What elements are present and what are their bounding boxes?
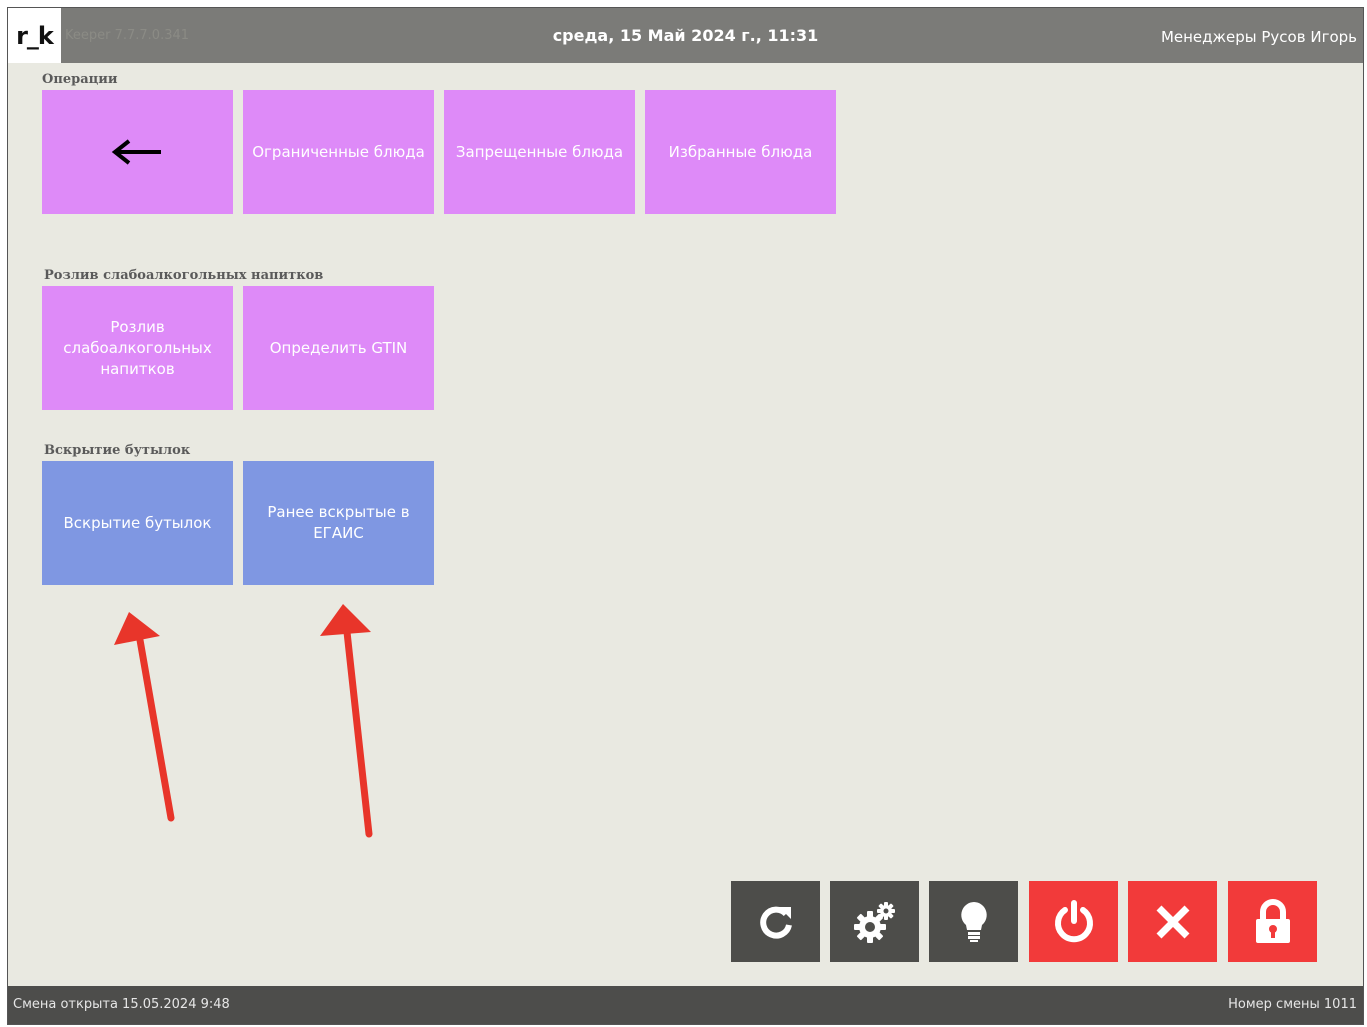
status-bar: Смена открыта 15.05.2024 9:48 Номер смен… bbox=[8, 986, 1363, 1024]
power-icon bbox=[1054, 899, 1093, 942]
forbidden-dishes-button[interactable]: Запрещенные блюда bbox=[444, 90, 635, 214]
refresh-button[interactable] bbox=[731, 881, 820, 962]
previously-opened-egais-button[interactable]: Ранее вскрытые в ЕГАИС bbox=[243, 461, 434, 585]
restricted-dishes-button[interactable]: Ограниченные блюда bbox=[243, 90, 434, 214]
refresh-icon bbox=[759, 906, 792, 939]
header-datetime: среда, 15 Май 2024 г., 11:31 bbox=[552, 26, 819, 45]
back-button[interactable] bbox=[42, 90, 233, 214]
power-button[interactable] bbox=[1029, 881, 1118, 962]
lock-button[interactable] bbox=[1228, 881, 1317, 962]
open-bottles-button[interactable]: Вскрытие бутылок bbox=[42, 461, 233, 585]
app-window: r_k Keeper 7.7.7.0.341 среда, 15 Май 202… bbox=[7, 7, 1364, 1025]
shift-opened-status: Смена открыта 15.05.2024 9:48 bbox=[13, 997, 230, 1012]
close-button[interactable] bbox=[1128, 881, 1217, 962]
arrow-left-icon bbox=[111, 139, 161, 165]
lightbulb-icon bbox=[960, 901, 987, 942]
favorite-dishes-button[interactable]: Избранные блюда bbox=[645, 90, 836, 214]
lock-icon bbox=[1255, 898, 1290, 943]
header-bar: r_k Keeper 7.7.7.0.341 среда, 15 Май 202… bbox=[8, 8, 1363, 63]
section-title-operations: Операции bbox=[42, 72, 118, 87]
settings-gears-icon bbox=[853, 901, 895, 943]
hint-button[interactable] bbox=[929, 881, 1018, 962]
current-user: Менеджеры Русов Игорь bbox=[1160, 28, 1357, 46]
section-title-pouring: Розлив слабоалкогольных напитков bbox=[44, 268, 324, 283]
shift-number: Номер смены 1011 bbox=[1228, 997, 1357, 1012]
pouring-drinks-button[interactable]: Розлив слабоалкогольных напитков bbox=[42, 286, 233, 410]
close-icon bbox=[1156, 905, 1189, 938]
section-title-bottles: Вскрытие бутылок bbox=[44, 443, 191, 458]
settings-button[interactable] bbox=[830, 881, 919, 962]
determine-gtin-button[interactable]: Определить GTIN bbox=[243, 286, 434, 410]
